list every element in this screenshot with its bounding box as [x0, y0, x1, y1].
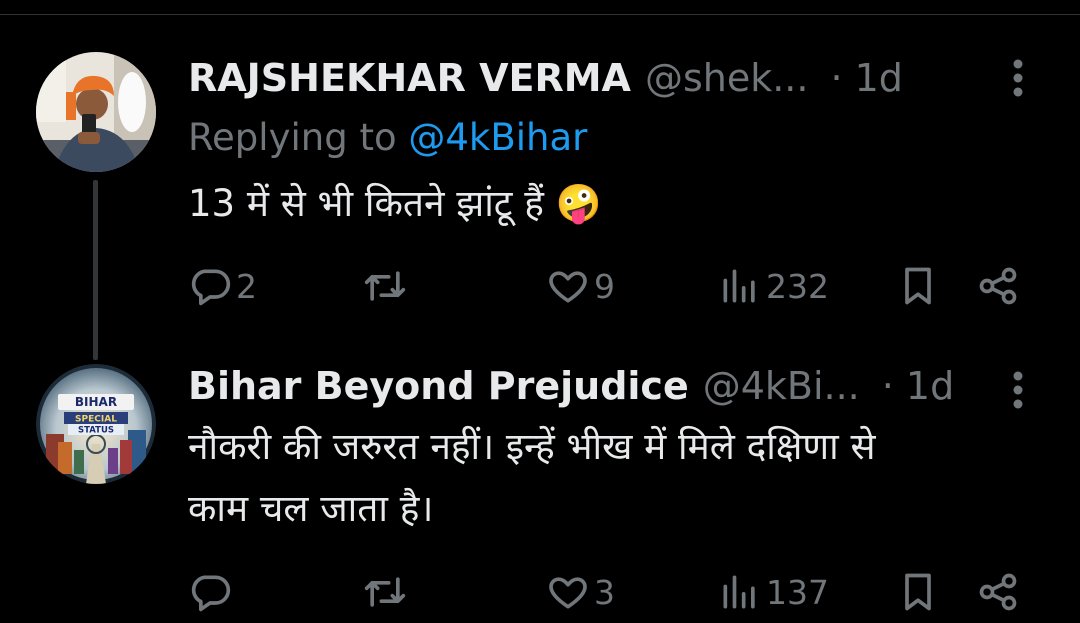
share-button[interactable] [976, 256, 1020, 316]
share-button[interactable] [976, 562, 1020, 622]
avatar[interactable] [36, 52, 156, 172]
reply-mention-link[interactable]: @4kBihar [408, 116, 587, 159]
tweet-reply-rajshekhar[interactable]: RAJSHEKHAR VERMA @shek... · 1d Replying … [0, 40, 1080, 360]
heart-icon [546, 264, 590, 308]
views-button[interactable]: 232 [718, 256, 829, 316]
like-button[interactable]: 3 [546, 562, 615, 622]
more-icon [1012, 370, 1024, 410]
bookmark-button[interactable] [896, 562, 940, 622]
display-name[interactable]: RAJSHEKHAR VERMA [188, 48, 631, 108]
avatar-label-middle: SPECIAL [75, 415, 117, 425]
user-handle[interactable]: @4kBi... [703, 356, 860, 416]
views-icon [718, 570, 762, 614]
display-name[interactable]: Bihar Beyond Prejudice [188, 356, 689, 416]
avatar-label-bottom: STATUS [78, 426, 114, 436]
retweet-icon [360, 570, 410, 614]
retweet-button[interactable] [360, 562, 414, 622]
share-icon [976, 570, 1020, 614]
avatar-label-top: BIHAR [75, 395, 117, 409]
reply-icon [188, 570, 232, 614]
avatar[interactable]: BIHAR SPECIAL STATUS [36, 364, 156, 484]
share-icon [976, 264, 1020, 308]
reply-button[interactable]: 2 [188, 256, 257, 316]
tweet-bihar-beyond-prejudice[interactable]: BIHAR SPECIAL STATUS Bihar Beyond Prejud… [0, 356, 1080, 623]
user-handle[interactable]: @shek... [645, 48, 809, 108]
views-count: 232 [766, 266, 829, 306]
reply-count: 2 [236, 266, 257, 306]
tweet-header: Bihar Beyond Prejudice @4kBi... · 1d [188, 356, 954, 416]
views-icon [718, 264, 762, 308]
like-count: 3 [594, 572, 615, 612]
tweet-text: 13 में से भी कितने झांटू हैं 🤪 [188, 182, 602, 225]
replying-to: Replying to @4kBihar [188, 116, 587, 159]
tweet-text-line-2: काम चल जाता है। [188, 487, 434, 530]
more-button[interactable] [996, 56, 1040, 100]
more-button[interactable] [996, 368, 1040, 412]
views-count: 137 [766, 572, 829, 612]
reply-button[interactable] [188, 562, 236, 622]
views-button[interactable]: 137 [718, 562, 829, 622]
tweet-actions: 3 137 [188, 562, 1040, 622]
more-icon [1012, 58, 1024, 98]
like-count: 9 [594, 266, 615, 306]
tweet-text-line-1: नौकरी की जरुरत नहीं। इन्हें भीख में मिले… [188, 425, 876, 468]
timestamp[interactable]: · 1d [830, 48, 902, 108]
heart-icon [546, 570, 590, 614]
like-button[interactable]: 9 [546, 256, 615, 316]
retweet-icon [360, 264, 410, 308]
top-divider [0, 14, 1080, 15]
bookmark-button[interactable] [896, 256, 940, 316]
reply-icon [188, 264, 232, 308]
thread-line [93, 180, 98, 360]
bookmark-icon [896, 264, 940, 308]
tweet-actions: 2 9 232 [188, 256, 1040, 316]
tweet-text: नौकरी की जरुरत नहीं। इन्हें भीख में मिले… [188, 416, 875, 540]
tweet-header: RAJSHEKHAR VERMA @shek... · 1d [188, 48, 903, 108]
timestamp[interactable]: · 1d [882, 356, 954, 416]
retweet-button[interactable] [360, 256, 414, 316]
bookmark-icon [896, 570, 940, 614]
replying-to-label: Replying to [188, 116, 397, 159]
